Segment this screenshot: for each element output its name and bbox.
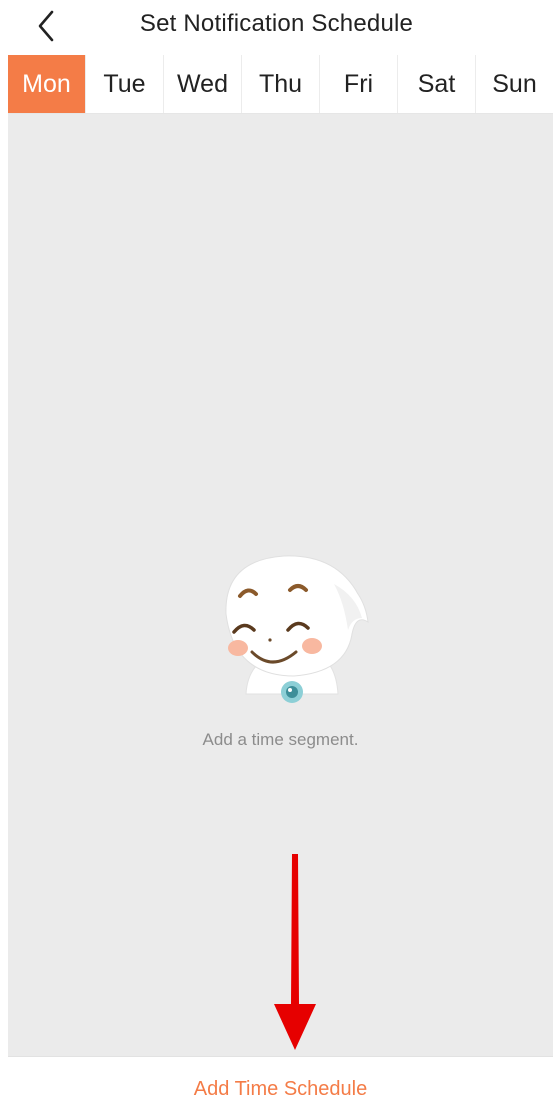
tab-monday[interactable]: Mon [8, 55, 86, 113]
page-title: Set Notification Schedule [139, 10, 414, 37]
navigation-bar: Set Notification Schedule [0, 0, 553, 54]
tab-wednesday[interactable]: Wed [164, 55, 242, 113]
red-arrow-down-icon [274, 854, 316, 1050]
empty-state-message: Add a time segment. [202, 730, 359, 749]
notification-schedule-screen: Set Notification Schedule Mon Tue Wed Th… [0, 0, 553, 1100]
schedule-content-area: Add a time segment. [8, 114, 553, 1056]
tab-sunday[interactable]: Sun [476, 55, 553, 113]
tab-thursday[interactable]: Thu [242, 55, 320, 113]
day-tabs: Mon Tue Wed Thu Fri Sat Sun [8, 55, 553, 114]
tab-tuesday[interactable]: Tue [86, 55, 164, 113]
tab-friday[interactable]: Fri [320, 55, 398, 113]
add-time-schedule-button[interactable]: Add Time Schedule [8, 1056, 553, 1100]
tab-saturday[interactable]: Sat [398, 55, 476, 113]
smiling-mascot-illustration [225, 555, 369, 703]
